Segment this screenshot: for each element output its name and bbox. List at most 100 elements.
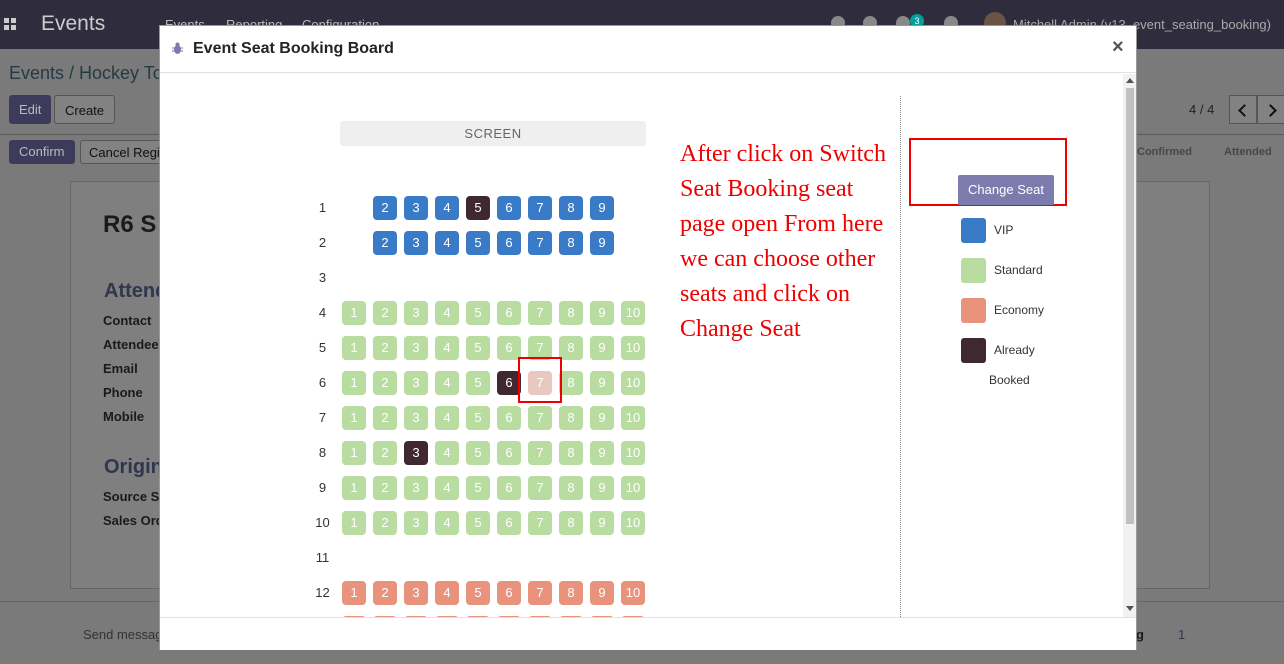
seat-9-1[interactable]: 1 <box>342 476 366 500</box>
stage-confirmed[interactable]: Confirmed <box>1137 146 1192 158</box>
seat-5-4[interactable]: 4 <box>435 336 459 360</box>
dialog-scrollbar[interactable] <box>1123 74 1136 617</box>
scroll-thumb[interactable] <box>1126 88 1134 524</box>
seat-6-8[interactable]: 8 <box>559 371 583 395</box>
pager-next-button[interactable] <box>1257 95 1284 124</box>
seat-4-4[interactable]: 4 <box>435 301 459 325</box>
seat-6-3[interactable]: 3 <box>404 371 428 395</box>
seat-8-9[interactable]: 9 <box>590 441 614 465</box>
seat-5-6[interactable]: 6 <box>497 336 521 360</box>
seat-2-6[interactable]: 6 <box>497 231 521 255</box>
seat-10-10[interactable]: 10 <box>621 511 645 535</box>
seat-5-1[interactable]: 1 <box>342 336 366 360</box>
seat-7-5[interactable]: 5 <box>466 406 490 430</box>
seat-12-1[interactable]: 1 <box>342 581 366 605</box>
followers-count[interactable]: 1 <box>1178 627 1185 642</box>
seat-1-6[interactable]: 6 <box>497 196 521 220</box>
seat-7-2[interactable]: 2 <box>373 406 397 430</box>
seat-10-3[interactable]: 3 <box>404 511 428 535</box>
seat-10-5[interactable]: 5 <box>466 511 490 535</box>
seat-7-4[interactable]: 4 <box>435 406 459 430</box>
seat-2-4[interactable]: 4 <box>435 231 459 255</box>
seat-10-2[interactable]: 2 <box>373 511 397 535</box>
seat-5-9[interactable]: 9 <box>590 336 614 360</box>
seat-9-5[interactable]: 5 <box>466 476 490 500</box>
seat-6-9[interactable]: 9 <box>590 371 614 395</box>
seat-7-6[interactable]: 6 <box>497 406 521 430</box>
seat-8-2[interactable]: 2 <box>373 441 397 465</box>
seat-10-4[interactable]: 4 <box>435 511 459 535</box>
seat-5-10[interactable]: 10 <box>621 336 645 360</box>
seat-1-4[interactable]: 4 <box>435 196 459 220</box>
seat-1-2[interactable]: 2 <box>373 196 397 220</box>
seat-7-8[interactable]: 8 <box>559 406 583 430</box>
seat-7-3[interactable]: 3 <box>404 406 428 430</box>
seat-6-1[interactable]: 1 <box>342 371 366 395</box>
apps-menu-icon[interactable] <box>4 18 16 30</box>
seat-5-7[interactable]: 7 <box>528 336 552 360</box>
seat-7-9[interactable]: 9 <box>590 406 614 430</box>
seat-4-7[interactable]: 7 <box>528 301 552 325</box>
seat-2-7[interactable]: 7 <box>528 231 552 255</box>
seat-8-8[interactable]: 8 <box>559 441 583 465</box>
app-brand[interactable]: Events <box>41 12 105 36</box>
seat-9-4[interactable]: 4 <box>435 476 459 500</box>
seat-4-10[interactable]: 10 <box>621 301 645 325</box>
seat-10-7[interactable]: 7 <box>528 511 552 535</box>
breadcrumb[interactable]: Events / Hockey To <box>9 63 163 84</box>
seat-10-8[interactable]: 8 <box>559 511 583 535</box>
seat-12-2[interactable]: 2 <box>373 581 397 605</box>
seat-9-10[interactable]: 10 <box>621 476 645 500</box>
seat-4-9[interactable]: 9 <box>590 301 614 325</box>
confirm-button[interactable]: Confirm <box>9 140 75 164</box>
seat-4-1[interactable]: 1 <box>342 301 366 325</box>
seat-5-3[interactable]: 3 <box>404 336 428 360</box>
seat-4-5[interactable]: 5 <box>466 301 490 325</box>
seat-2-8[interactable]: 8 <box>559 231 583 255</box>
seat-1-8[interactable]: 8 <box>559 196 583 220</box>
seat-12-8[interactable]: 8 <box>559 581 583 605</box>
seat-10-9[interactable]: 9 <box>590 511 614 535</box>
seat-2-9[interactable]: 9 <box>590 231 614 255</box>
create-button[interactable]: Create <box>54 95 116 124</box>
seat-1-3[interactable]: 3 <box>404 196 428 220</box>
seat-1-7[interactable]: 7 <box>528 196 552 220</box>
seat-4-2[interactable]: 2 <box>373 301 397 325</box>
seat-10-1[interactable]: 1 <box>342 511 366 535</box>
seat-12-3[interactable]: 3 <box>404 581 428 605</box>
seat-7-7[interactable]: 7 <box>528 406 552 430</box>
seat-12-4[interactable]: 4 <box>435 581 459 605</box>
seat-8-4[interactable]: 4 <box>435 441 459 465</box>
cancel-registration-button[interactable]: Cancel Regi <box>80 140 169 164</box>
scroll-up-arrow-icon[interactable] <box>1126 78 1134 83</box>
seat-9-7[interactable]: 7 <box>528 476 552 500</box>
seat-4-8[interactable]: 8 <box>559 301 583 325</box>
seat-7-10[interactable]: 10 <box>621 406 645 430</box>
seat-8-7[interactable]: 7 <box>528 441 552 465</box>
scroll-down-arrow-icon[interactable] <box>1126 606 1134 611</box>
seat-2-3[interactable]: 3 <box>404 231 428 255</box>
edit-button[interactable]: Edit <box>9 95 52 124</box>
seat-9-3[interactable]: 3 <box>404 476 428 500</box>
seat-9-6[interactable]: 6 <box>497 476 521 500</box>
seat-5-8[interactable]: 8 <box>559 336 583 360</box>
seat-12-5[interactable]: 5 <box>466 581 490 605</box>
seat-7-1[interactable]: 1 <box>342 406 366 430</box>
seat-2-5[interactable]: 5 <box>466 231 490 255</box>
send-message-button[interactable]: Send messag <box>83 627 163 642</box>
seat-4-3[interactable]: 3 <box>404 301 428 325</box>
seat-1-9[interactable]: 9 <box>590 196 614 220</box>
seat-12-7[interactable]: 7 <box>528 581 552 605</box>
seat-9-2[interactable]: 2 <box>373 476 397 500</box>
close-icon[interactable]: × <box>1112 36 1124 59</box>
change-seat-button[interactable]: Change Seat <box>958 175 1054 205</box>
seat-5-5[interactable]: 5 <box>466 336 490 360</box>
seat-5-2[interactable]: 2 <box>373 336 397 360</box>
seat-6-4[interactable]: 4 <box>435 371 459 395</box>
seat-10-6[interactable]: 6 <box>497 511 521 535</box>
seat-12-6[interactable]: 6 <box>497 581 521 605</box>
seat-9-9[interactable]: 9 <box>590 476 614 500</box>
seat-6-10[interactable]: 10 <box>621 371 645 395</box>
stage-attended[interactable]: Attended <box>1224 146 1272 158</box>
seat-6-7[interactable]: 7 <box>528 371 552 395</box>
